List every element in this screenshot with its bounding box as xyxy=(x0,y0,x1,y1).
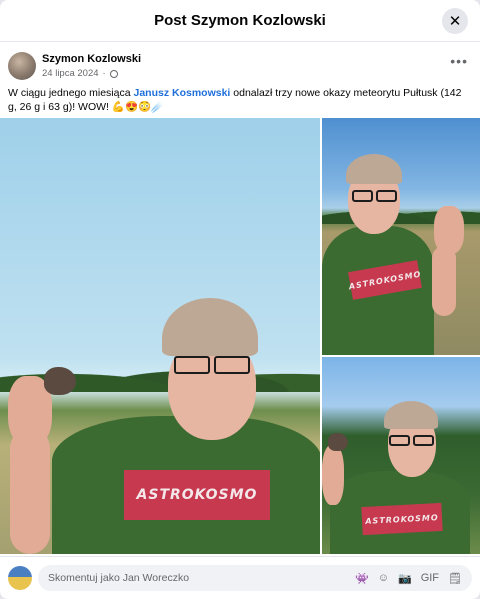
forearm xyxy=(10,428,50,554)
cap xyxy=(346,154,402,184)
sticker-icon[interactable]: 🗒 xyxy=(448,572,462,585)
globe-icon xyxy=(109,69,118,78)
comment-tools: 👾 ☺ 📷 GIF 🗒 xyxy=(355,572,462,585)
camera-icon[interactable]: 📷 xyxy=(398,572,412,585)
glasses-right xyxy=(214,356,250,374)
comment-bar: Skomentuj jako Jan Woreczko 👾 ☺ 📷 GIF 🗒 xyxy=(0,556,480,599)
forearm xyxy=(432,246,456,316)
commenter-avatar[interactable] xyxy=(8,566,32,590)
shirt-logo-text: ASTROKOSMO xyxy=(365,512,439,526)
post-text: W ciągu jednego miesiąca Janusz Kosmowsk… xyxy=(0,80,480,122)
meta-separator: · xyxy=(102,68,106,79)
comment-input[interactable]: Skomentuj jako Jan Woreczko 👾 ☺ 📷 GIF 🗒 xyxy=(38,565,472,591)
post-header: Szymon Kozlowski 24 lipca 2024 · ••• xyxy=(0,42,480,80)
raised-hand xyxy=(322,445,344,505)
cap xyxy=(384,401,438,429)
comment-placeholder: Skomentuj jako Jan Woreczko xyxy=(48,572,190,584)
glasses-right xyxy=(376,190,397,202)
glasses-right xyxy=(413,435,434,446)
emoji-icon[interactable]: ☺ xyxy=(378,572,389,585)
close-icon: ✕ xyxy=(448,13,462,30)
meteorite xyxy=(328,433,348,451)
avatar-sticker-icon[interactable]: 👾 xyxy=(355,572,369,585)
modal-title: Post Szymon Kozlowski xyxy=(154,12,326,29)
shirt-logo-text: ASTROKOSMO xyxy=(136,487,258,503)
modal-header: Post Szymon Kozlowski ✕ xyxy=(0,0,480,42)
glasses-left xyxy=(352,190,373,202)
post-text-start: W ciągu jednego miesiąca xyxy=(8,87,134,99)
close-button[interactable]: ✕ xyxy=(442,8,468,34)
mention-link[interactable]: Janusz Kosmowski xyxy=(133,87,230,99)
glasses-left xyxy=(174,356,210,374)
photo-top-right[interactable]: ASTROKOSMO xyxy=(322,118,480,355)
author-avatar[interactable] xyxy=(8,52,36,80)
shirt-logo: ASTROKOSMO xyxy=(361,502,443,536)
cap xyxy=(162,298,258,356)
author-name[interactable]: Szymon Kozlowski xyxy=(42,52,141,66)
post-meta: 24 lipca 2024 · xyxy=(42,68,141,79)
shirt-logo: ASTROKOSMO xyxy=(124,470,270,520)
gif-icon[interactable]: GIF xyxy=(421,572,439,585)
meteorite xyxy=(44,367,76,395)
shirt-logo-text: ASTROKOSMO xyxy=(348,269,422,291)
post-date[interactable]: 24 lipca 2024 xyxy=(42,68,99,79)
photo-bottom-right[interactable]: ASTROKOSMO xyxy=(322,357,480,554)
post-modal: Post Szymon Kozlowski ✕ Szymon Kozlowski… xyxy=(0,0,480,599)
more-options-button[interactable]: ••• xyxy=(450,53,468,69)
glasses-left xyxy=(389,435,410,446)
photo-main[interactable]: ASTROKOSMO xyxy=(0,118,320,554)
photo-grid: ASTROKOSMO ASTROKOSMO ASTROKOSMO xyxy=(0,118,480,554)
